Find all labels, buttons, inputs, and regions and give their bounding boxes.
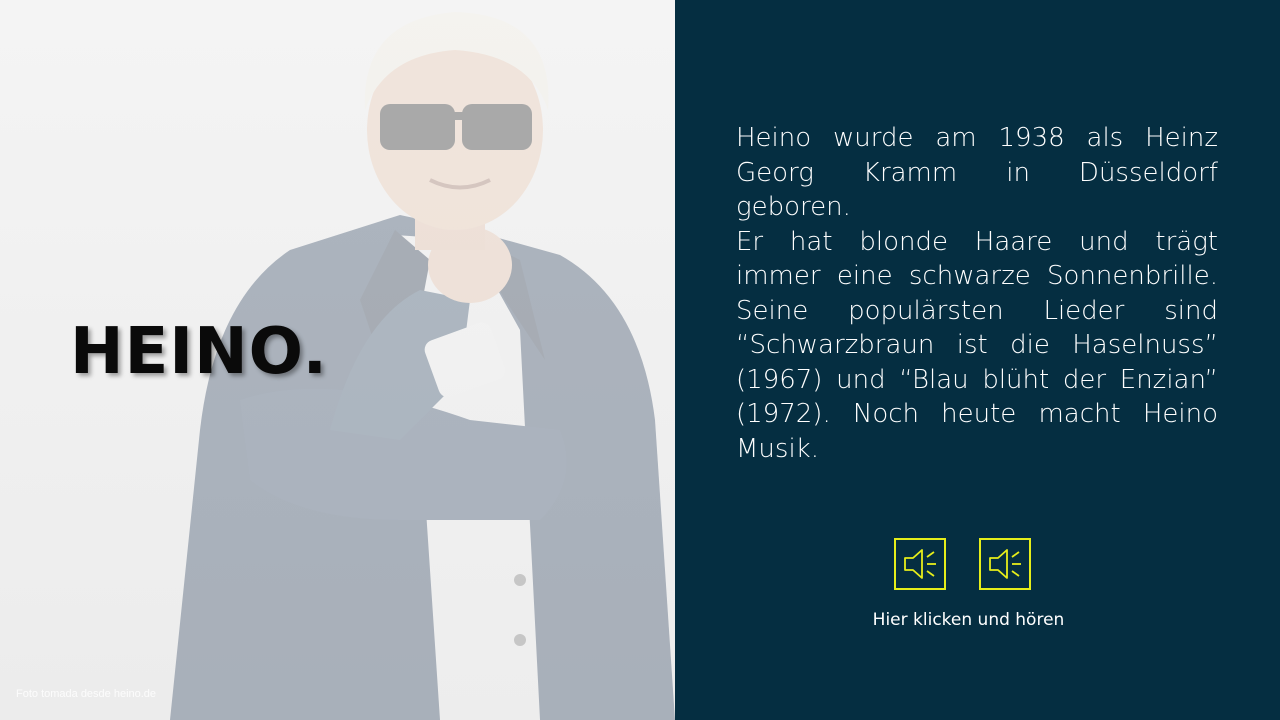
audio-play-button-2[interactable]: [979, 538, 1031, 590]
audio-play-button-1[interactable]: [894, 538, 946, 590]
photo-credit: Foto tomada desde heino.de: [16, 688, 157, 700]
slide: HEINO. Foto tomada desde heino.de Heino …: [0, 0, 1280, 720]
text-panel: Heino wurde am 1938 als Heinz Georg Kram…: [675, 0, 1280, 720]
photo-panel: HEINO. Foto tomada desde heino.de: [0, 0, 675, 720]
bio-text: Heino wurde am 1938 als Heinz Georg Kram…: [736, 121, 1218, 466]
audio-caption: Hier klicken und hören: [675, 610, 1280, 630]
speaker-icon: [904, 549, 936, 579]
bio-paragraph: Heino wurde am 1938 als Heinz Georg Kram…: [736, 123, 1218, 222]
audio-buttons: [894, 538, 1031, 590]
bio-paragraph: Er hat blonde Haare und trägt immer eine…: [736, 226, 1218, 464]
slide-title: HEINO.: [70, 315, 328, 389]
audio-caption-text: Hier klicken und hören: [872, 610, 1065, 630]
speaker-icon: [989, 549, 1021, 579]
